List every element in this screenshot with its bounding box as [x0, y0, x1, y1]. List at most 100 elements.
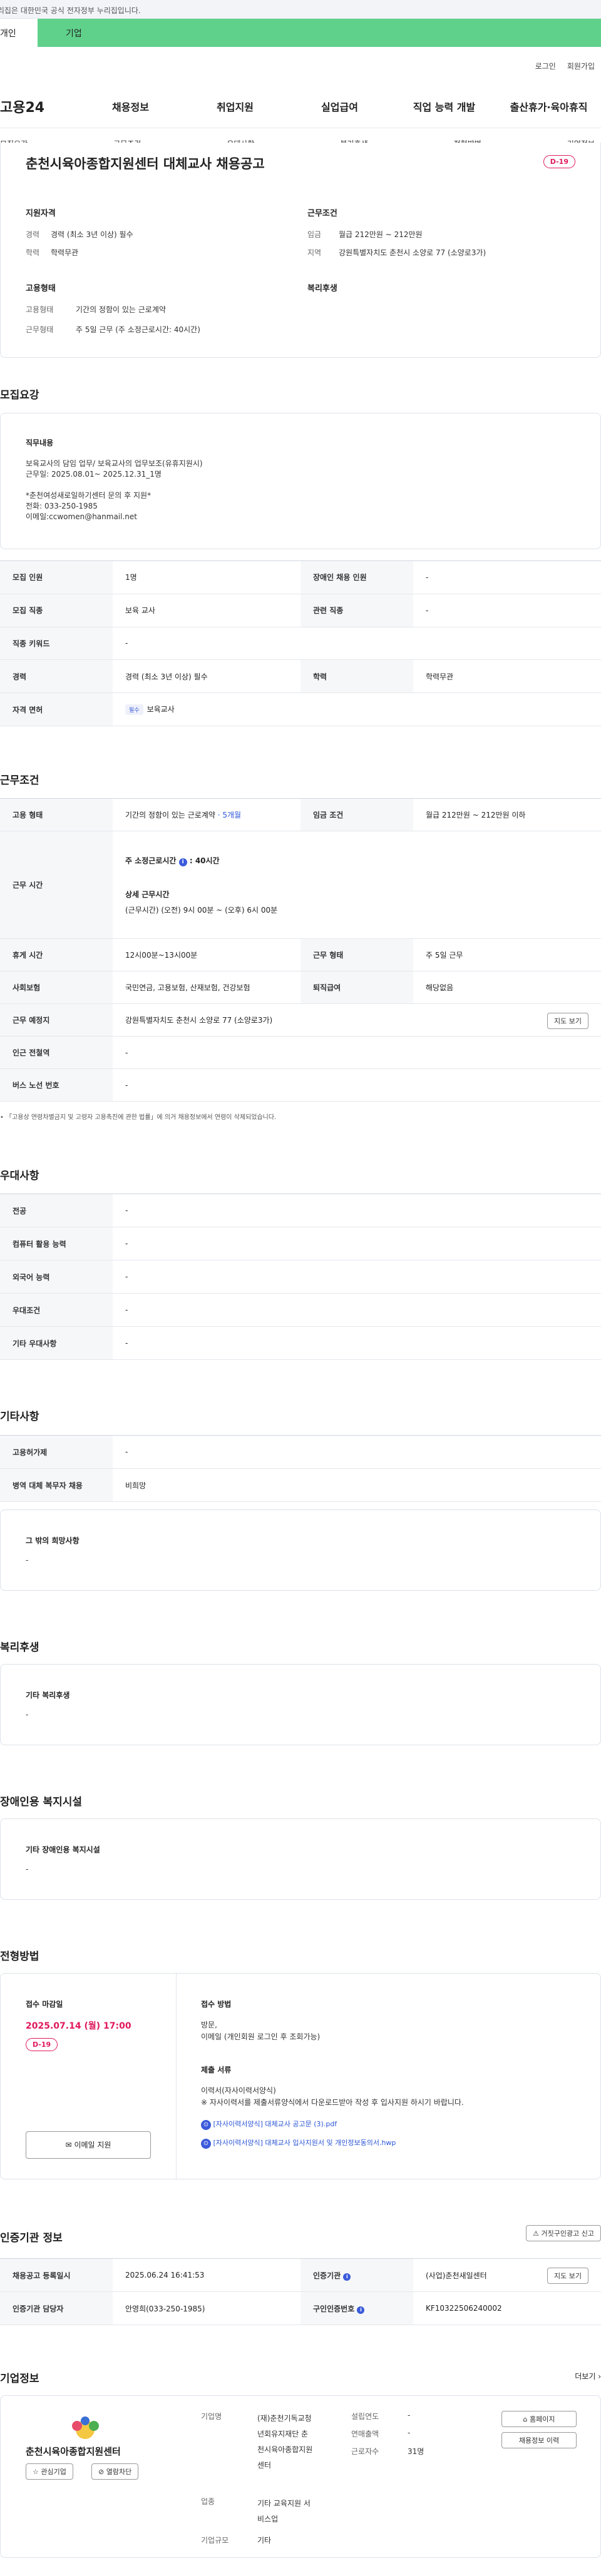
- work-place-value: 강원특별자치도 춘천시 소양로 77 (소양로3가): [125, 1016, 273, 1025]
- company-heading: 기업정보: [0, 2373, 39, 2385]
- process-box: 접수 마감일 2025.07.14 (월) 17:00 D-19 ✉ 이메일 지…: [0, 1973, 601, 2180]
- nav-unemployment[interactable]: 실업급여: [287, 99, 392, 114]
- table-cell: 국민연금, 고용보험, 산재보험, 건강보험: [113, 971, 300, 1004]
- nav-employment-support[interactable]: 취업지원: [183, 99, 287, 114]
- work-table: 고용 형태 기간의 정함이 있는 근로계약 · 5개월 임금 조건 월급 212만원 …: [0, 798, 601, 1102]
- table-row: 모집 인원 1명 장애인 채용 인원 -: [0, 560, 601, 594]
- corp-label: 기업명: [201, 2412, 222, 2421]
- size-label: 기업규모: [201, 2536, 229, 2545]
- table-header: 관련 직종: [300, 594, 413, 627]
- wage-value: 월급 212만원 ~ 212만원: [339, 230, 423, 239]
- email-apply-button[interactable]: ✉ 이메일 지원: [26, 2131, 151, 2159]
- cert-map-button[interactable]: 지도 보기: [547, 2268, 588, 2284]
- required-pill: 필수: [125, 704, 143, 716]
- block-icon: ⊘: [98, 2468, 105, 2476]
- table-cell: KF10322506240002: [413, 2291, 601, 2325]
- login-link[interactable]: 로그인: [535, 61, 556, 84]
- worktype-value: 주 5일 근무 (주 소정근로시간: 40시간): [76, 325, 200, 334]
- info-icon[interactable]: i: [343, 2273, 351, 2281]
- table-cell: -: [113, 1036, 601, 1069]
- table-row: 채용공고 등록일시 2025.06.24 16:41:53 인증기관 i (사업)춘천…: [0, 2258, 601, 2292]
- worktype-label: 근무형태: [26, 325, 54, 334]
- company-box: 춘천시육아종합지원센터 ☆ 관심기업 ⊘ 열람차단 기업명 (재)춘천기독교청 년…: [0, 2395, 601, 2558]
- tab-personal[interactable]: 개인: [0, 19, 38, 47]
- table-row: 고용허가제 -: [0, 1435, 601, 1469]
- welfare-box-value: -: [26, 1710, 29, 1719]
- table-cell: -: [413, 594, 601, 627]
- member-tabs: 개인 기업: [0, 19, 601, 47]
- attachment-icon: ⊙: [201, 2139, 211, 2149]
- nav-leave[interactable]: 출산휴가·육아휴직: [496, 99, 601, 114]
- pref-table: 전공 - 컴퓨터 활용 능력 - 외국어 능력 - 우대조건 - 기타 우대사항 -: [0, 1194, 601, 1360]
- file-link-1[interactable]: ⊙ [자사이력서양식] 대체교사 공고문 (3).pdf: [201, 2119, 337, 2130]
- homepage-button[interactable]: ⌂ 홈페이지: [501, 2411, 577, 2427]
- home-icon: ⌂: [523, 2415, 528, 2423]
- fav-company-button[interactable]: ☆ 관심기업: [26, 2463, 73, 2480]
- report-button[interactable]: ⚠ 거짓구인광고 신고: [526, 2225, 601, 2241]
- info-icon[interactable]: i: [357, 2306, 365, 2314]
- table-header: 채용공고 등록일시: [0, 2258, 113, 2292]
- etc-table: 고용허가제 - 병역 대체 복무자 채용 비희망: [0, 1435, 601, 1502]
- table-header: 버스 노선 번호: [0, 1068, 113, 1102]
- file-link-1-label: [자사이력서양식] 대체교사 공고문 (3).pdf: [213, 2120, 337, 2128]
- process-dday-badge: D-19: [26, 2038, 58, 2051]
- disab-box: 기타 장애인용 복지시설 -: [0, 1818, 601, 1900]
- site-logo[interactable]: 고용24: [0, 96, 78, 116]
- table-header: 근무 시간: [0, 831, 113, 939]
- table-header: 고용 형태: [0, 798, 113, 831]
- etc-box: 그 밖의 희망사항 -: [0, 1509, 601, 1591]
- size-value: 기타: [257, 2536, 272, 2545]
- method-title: 접수 방법: [201, 2000, 232, 2009]
- table-cell: -: [113, 1260, 601, 1294]
- job-history-button[interactable]: 채용정보 이력: [501, 2432, 577, 2448]
- table-header: 인증기관 담당자: [0, 2291, 113, 2325]
- table-header: 학력: [300, 659, 413, 694]
- welfare-box-title: 기타 복리후생: [26, 1691, 70, 1700]
- duty-box: 직무내용 보육교사의 담임 업무/ 보육교사의 업무보조(유휴지원시) 근무일:…: [0, 413, 601, 549]
- duty-line: *춘천여성새로일하기센터 문의 후 지원*: [26, 491, 152, 500]
- license-value: 보육교사: [146, 705, 175, 714]
- gov-banner-text: 이 누리집은 대한민국 공식 전자정부 누리집입니다.: [0, 6, 141, 15]
- etc-box-value: -: [26, 1556, 29, 1564]
- signup-link[interactable]: 회원가입: [567, 61, 595, 84]
- cond-title: 근무조건: [307, 209, 337, 218]
- career-value: 경력 (최소 3년 이상) 필수: [51, 230, 133, 239]
- map-button[interactable]: 지도 보기: [547, 1013, 588, 1029]
- file-link-2[interactable]: ⊙ [자사이력서양식] 대체교사 입사지원서 및 개인정보동의서.hwp: [201, 2137, 396, 2149]
- docs-value-1: 이력서(자사이력서양식): [201, 2086, 276, 2095]
- table-row: 근무 예정지 강원특별자치도 춘천시 소양로 77 (소양로3가) 지도 보기: [0, 1003, 601, 1037]
- pref-heading: 우대사항: [0, 1170, 39, 1182]
- table-header: 근무 예정지: [0, 1003, 113, 1037]
- etc-box-title: 그 밖의 희망사항: [26, 1536, 80, 1545]
- corp-line: 년회유지재단 춘: [257, 2430, 309, 2438]
- emp-type-value: 기간의 정함이 있는 근로계약: [125, 811, 215, 819]
- table-cell: 기간의 정함이 있는 근로계약 · 5개월: [113, 798, 300, 831]
- chevron-right-icon: ›: [598, 2372, 601, 2381]
- etc-heading: 기타사항: [0, 1411, 39, 1423]
- table-cell: 학력무관: [413, 659, 601, 694]
- career-label: 경력: [26, 230, 40, 239]
- table-header: 기타 우대사항: [0, 1326, 113, 1360]
- more-link[interactable]: 더보기 ›: [575, 2371, 601, 2381]
- block-company-button[interactable]: ⊘ 열람차단: [91, 2463, 139, 2480]
- wage-label: 임금: [307, 230, 322, 239]
- corp-line: 천시육아종합지원: [257, 2445, 313, 2454]
- industry-label: 업종: [201, 2497, 215, 2506]
- welfare-heading: 복리후생: [0, 1641, 39, 1654]
- nav-jobs[interactable]: 채용정보: [78, 99, 183, 114]
- table-header: 근무 형태: [300, 938, 413, 971]
- table-cell: 주 소정근로시간 i : 40시간 상세 근무시간 (근무시간) (오전) 9시…: [113, 831, 601, 939]
- tab-company[interactable]: 기업: [38, 19, 601, 47]
- deadline-title: 접수 마감일: [26, 2000, 63, 2009]
- table-row: 컴퓨터 활용 능력 -: [0, 1227, 601, 1260]
- age-note: • 「고용상 연령차별금지 및 고령자 고용촉진에 관한 법률」에 의거 채용정…: [0, 1114, 277, 1121]
- age-note-text: 「고용상 연령차별금지 및 고령자 고용촉진에 관한 법률」에 의거 채용정보에…: [6, 1114, 277, 1121]
- table-header: 사회보험: [0, 971, 113, 1004]
- table-cell: 주 5일 근무: [413, 938, 601, 971]
- table-cell: -: [413, 560, 601, 594]
- sales-value: -: [408, 2428, 411, 2437]
- info-icon[interactable]: i: [178, 858, 187, 866]
- table-row: 근무 시간 주 소정근로시간 i : 40시간 상세 근무시간 (근무시간) (…: [0, 831, 601, 939]
- nav-training[interactable]: 직업 능력 개발: [392, 99, 496, 114]
- more-link-label: 더보기: [575, 2372, 596, 2381]
